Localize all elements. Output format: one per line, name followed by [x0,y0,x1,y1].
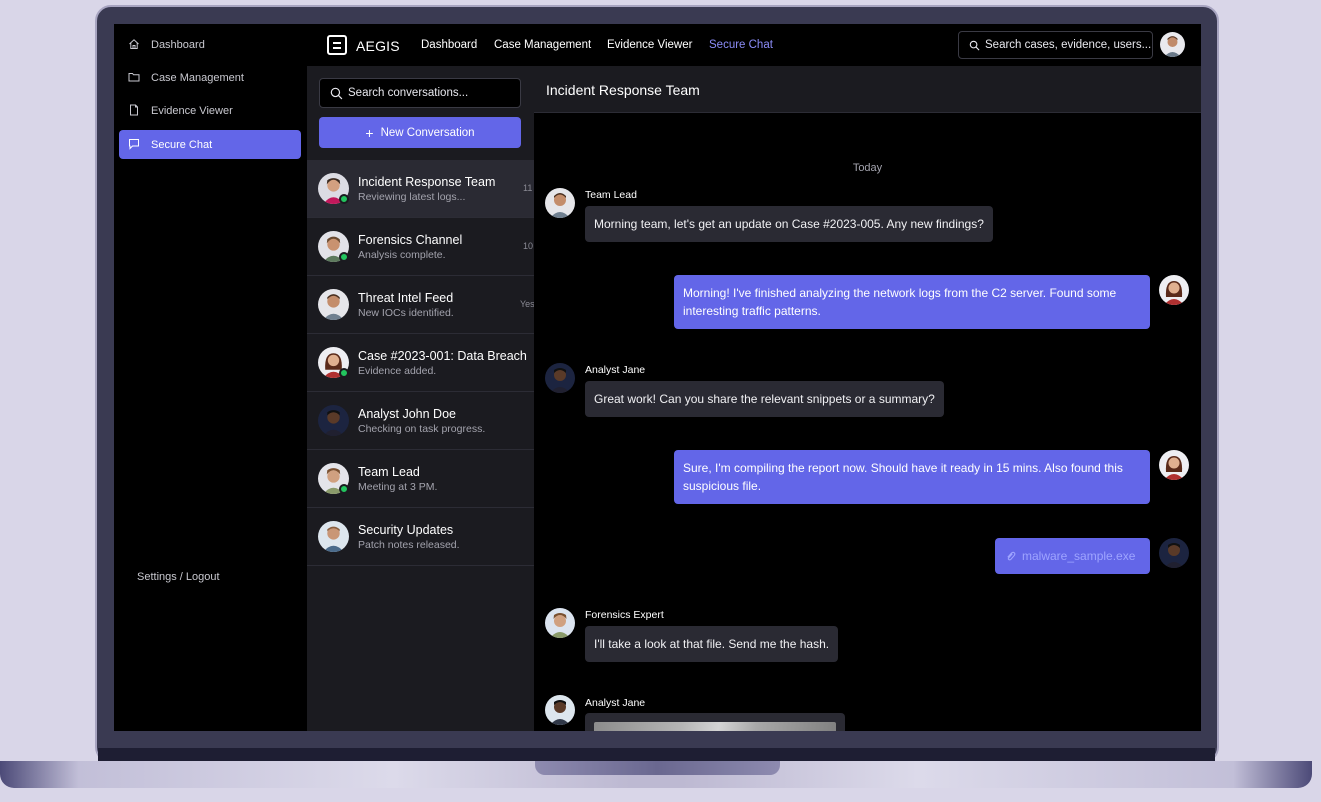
avatar [1159,275,1189,305]
search-icon [969,40,980,50]
avatar [318,289,349,320]
plus-icon: + [365,124,374,141]
message-sender: Analyst Jane [585,364,646,376]
sidebar-item-evidence-viewer[interactable]: Evidence Viewer [119,96,301,125]
day-separator: Today [852,162,883,174]
global-search-input[interactable]: Search cases, evidence, users... [958,31,1153,59]
sidebar: Dashboard Case Management Evidence Viewe… [114,24,307,731]
conversation-name: Incident Response Team [358,175,496,189]
new-conversation-button[interactable]: + New Conversation [319,117,521,148]
conversation-list-panel: Search conversations... + New Conversati… [307,66,534,731]
conversation-item-team-lead[interactable]: Team Lead Meeting at 3 PM. [307,450,534,508]
message-sender: Forensics Expert [585,609,664,621]
conversation-preview: Meeting at 3 PM. [358,481,438,493]
sidebar-item-case-management[interactable]: Case Management [119,63,301,92]
global-search-placeholder: Search cases, evidence, users... [985,39,1152,51]
conversation-preview: Checking on task progress. [358,423,486,435]
chat-icon [128,138,142,152]
conversation-name: Case #2023-001: Data Breach [358,349,527,363]
conversation-item-case-2023-001[interactable]: Case #2023-001: Data Breach Evidence add… [307,334,534,392]
message-sender: Team Lead [585,189,637,201]
laptop-notch [535,761,780,775]
message-bubble: Morning team, let's get an update on Cas… [585,206,993,242]
chat-panel: Incident Response Team Today Team Lead M… [534,66,1201,731]
settings-logout-link[interactable]: Settings / Logout [137,571,220,583]
avatar [1159,450,1189,480]
message-bubble: Great work! Can you share the relevant s… [585,381,944,417]
conversation-item-john-doe[interactable]: Analyst John Doe Checking on task progre… [307,392,534,450]
conversation-name: Analyst John Doe [358,407,456,421]
laptop-chin [98,748,1215,762]
attachment-link[interactable]: malware_sample.exe [1005,547,1141,565]
sidebar-item-label: Case Management [151,71,244,84]
conversation-item-forensics[interactable]: Forensics Channel Analysis complete. 10 [307,218,534,276]
user-avatar[interactable] [1160,32,1185,57]
conversation-name: Threat Intel Feed [358,291,454,305]
conversation-preview: Analysis complete. [358,249,446,261]
conversation-preview: New IOCs identified. [358,307,454,319]
logo-icon [327,35,347,55]
nav-evidence-viewer[interactable]: Evidence Viewer [607,39,692,51]
online-status-dot [339,194,349,204]
conversation-search-input[interactable]: Search conversations... [319,78,521,108]
sidebar-item-dashboard[interactable]: Dashboard [119,30,301,59]
conversation-name: Forensics Channel [358,233,463,247]
conversation-preview: Patch notes released. [358,539,460,551]
nav-secure-chat[interactable]: Secure Chat [709,39,773,51]
app-screen: Dashboard Case Management Evidence Viewe… [114,24,1201,731]
online-status-dot [339,252,349,262]
avatar [318,405,349,436]
conversation-item-incident-response[interactable]: Incident Response Team Reviewing latest … [307,160,534,218]
avatar [318,521,349,552]
conversation-preview: Evidence added. [358,365,437,377]
avatar [545,188,575,218]
chat-header: Incident Response Team [534,66,1201,113]
conversation-time: 11 [523,183,533,193]
sidebar-item-label: Secure Chat [151,138,213,151]
image-thumbnail[interactable] [594,722,836,731]
conversation-item-security-updates[interactable]: Security Updates Patch notes released. [307,508,534,566]
avatar [1159,538,1189,568]
sidebar-item-label: Evidence Viewer [151,104,233,117]
online-status-dot [339,368,349,378]
avatar [545,695,575,725]
new-conversation-label: New Conversation [380,126,475,139]
conversation-time: Yes [520,299,534,309]
conversation-item-threat-intel[interactable]: Threat Intel Feed New IOCs identified. Y… [307,276,534,334]
sidebar-item-label: Dashboard [151,38,205,51]
attachment-filename: malware_sample.exe [1022,549,1136,563]
message-bubble: Sure, I'm compiling the report now. Shou… [674,450,1150,504]
app-logo-text: AEGIS [356,38,400,54]
top-navbar: AEGIS Dashboard Case Management Evidence… [307,24,1201,66]
nav-case-management[interactable]: Case Management [494,39,591,51]
conversation-time: 10 [523,241,534,251]
conversation-preview: Reviewing latest logs... [358,191,466,203]
conversation-name: Team Lead [358,465,420,479]
conversation-search-placeholder: Search conversations... [348,87,469,99]
avatar [545,608,575,638]
image-message[interactable] [585,713,845,731]
online-status-dot [339,484,349,494]
paperclip-icon [1007,551,1016,560]
nav-dashboard[interactable]: Dashboard [421,39,477,51]
avatar [545,363,575,393]
folder-icon [128,71,142,85]
attachment-bubble[interactable]: malware_sample.exe [995,538,1150,574]
message-bubble: I'll take a look at that file. Send me t… [585,626,839,662]
sidebar-item-secure-chat[interactable]: Secure Chat [119,130,301,159]
search-icon [330,87,343,99]
home-icon [128,38,142,52]
message-sender: Analyst Jane [585,697,646,709]
chat-title: Incident Response Team [546,82,700,98]
conversation-name: Security Updates [358,523,454,537]
document-icon [128,104,142,118]
message-bubble: Morning! I've finished analyzing the net… [674,275,1150,329]
